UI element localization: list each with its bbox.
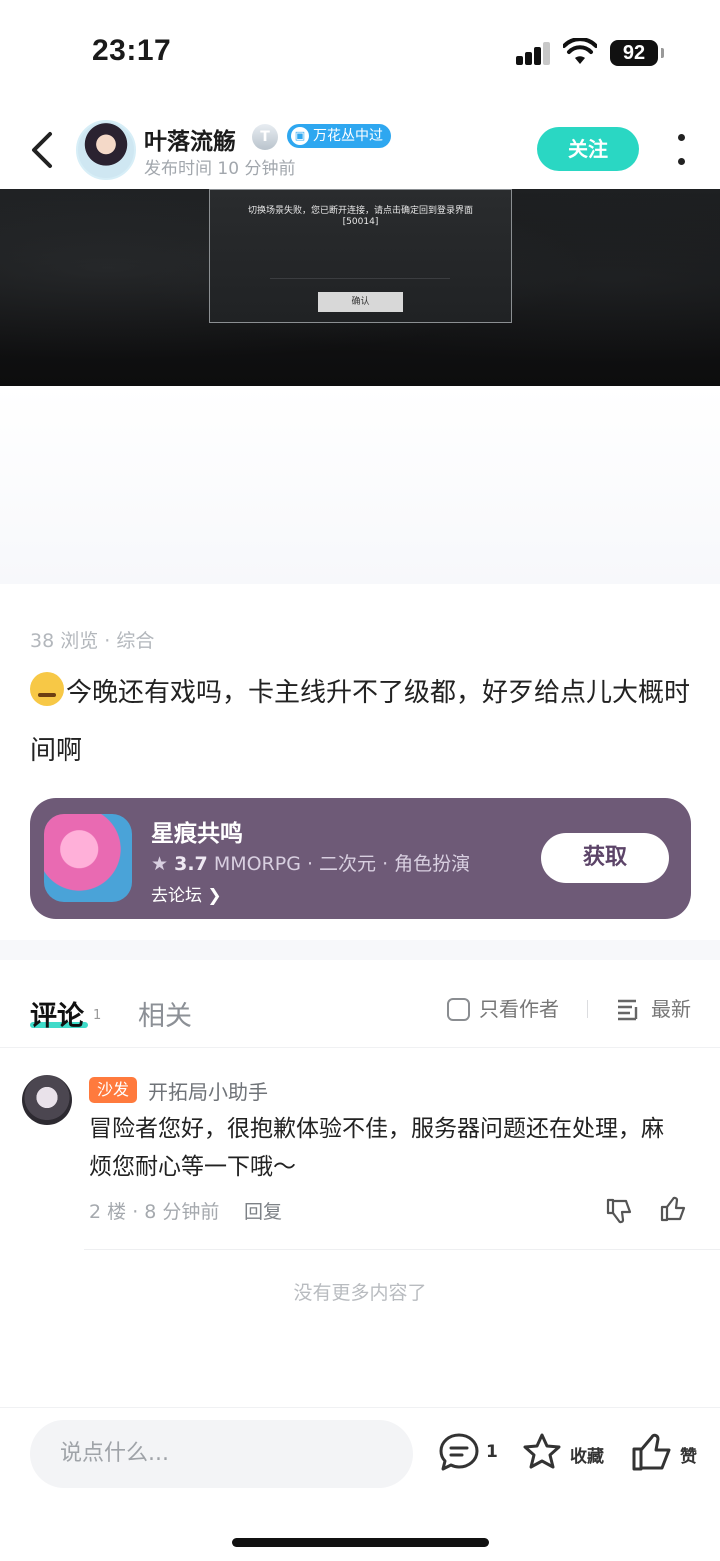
status-time: 23:17 [92,34,172,67]
comment-action[interactable]: 1 [438,1430,498,1476]
post-meta: 38 浏览 · 综合 [30,626,154,653]
like-action[interactable]: 赞 [631,1430,701,1476]
game-rating: 3.7 [174,853,208,875]
dialog-message-line2: [50014] [342,217,379,227]
sweat-emoji-icon [30,672,64,706]
level-badge: T [252,124,278,150]
dialog-divider [270,278,450,279]
thumbs-down-icon[interactable] [604,1196,634,1226]
tab-related[interactable]: 相关 [138,994,192,1033]
battery-indicator: 92 [610,40,664,66]
tab-comments[interactable]: 评论 [30,994,84,1033]
like-label: 赞 [680,1447,697,1467]
meta-separator: · [104,630,111,652]
star-icon: ★ [151,853,169,875]
go-to-forum-link[interactable]: 去论坛 ❯ [151,881,222,906]
commenter-name[interactable]: 开拓局小助手 [148,1076,268,1105]
author-only-label: 只看作者 [479,997,559,1021]
comment-item: 沙发 开拓局小助手 冒险者您好，很抱歉体验不佳，服务器问题还在处理，麻烦您耐心等… [0,1048,720,1250]
favorite-action[interactable]: 收藏 [521,1430,611,1476]
back-arrow-icon[interactable] [24,128,64,172]
more-options-icon[interactable] [668,130,696,170]
bottom-action-bar: 说点什么... 1 收藏 赞 [0,1407,720,1561]
comment-text: 冒险者您好，很抱歉体验不佳，服务器问题还在处理，麻烦您耐心等一下哦～ [89,1116,664,1180]
game-info: ★ 3.7 MMORPG · 二次元 · 角色扮演 [151,849,470,876]
thumbs-up-outline-icon [632,1433,671,1471]
comment-bubble-icon [439,1433,479,1471]
thumbs-up-icon[interactable] [658,1194,688,1224]
comment-tabs: 评论 1 相关 只看作者 最新 [0,960,720,1048]
star-outline-icon [523,1433,561,1469]
comment-tab-count: 1 [93,1008,102,1023]
follow-button[interactable]: 关注 [537,127,639,171]
author-avatar[interactable] [76,120,136,180]
dialog-message-line1: 切换场景失败，您已断开连接，请点击确定回到登录界面 [247,206,473,216]
game-title: 星痕共鸣 [151,821,243,847]
gamepad-icon: ▣ [291,127,309,145]
comment-meta: 2 楼 · 8 分钟前 [89,1197,219,1224]
game-tags: MMORPG · 二次元 · 角色扮演 [213,853,471,875]
view-count: 38 浏览 [30,630,99,652]
image-fade-area [0,386,720,584]
wifi-icon [563,38,597,64]
author-name[interactable]: 叶落流觞 [144,122,236,156]
post-image[interactable]: 切换场景失败，您已断开连接，请点击确定回到登录界面 [50014] 确认 [0,189,720,386]
comment-meta-separator: · [132,1201,145,1223]
commenter-avatar[interactable] [22,1075,72,1125]
post-text: 今晚还有戏吗，卡主线升不了级都，好歹给点儿大概时间啊 [30,678,691,766]
post-category[interactable]: 综合 [116,630,154,652]
sort-button[interactable]: 最新 [616,996,691,1022]
comment-time: 8 分钟前 [144,1201,220,1223]
game-icon [44,814,132,902]
favorite-label: 收藏 [570,1447,604,1467]
no-more-content: 没有更多内容了 [293,1282,427,1304]
title-badge-label: 万花丛中过 [313,128,383,144]
sofa-badge: 沙发 [89,1077,138,1103]
sort-list-icon [618,999,638,1021]
forum-link-label: 去论坛 [151,886,202,906]
game-card[interactable]: 星痕共鸣 ★ 3.7 MMORPG · 二次元 · 角色扮演 去论坛 ❯ 获取 [30,798,691,919]
post-content: 今晚还有戏吗，卡主线升不了级都，好歹给点儿大概时间啊 [30,664,695,780]
post-body: 38 浏览 · 综合 今晚还有戏吗，卡主线升不了级都，好歹给点儿大概时间啊 星痕… [0,584,720,960]
tab-divider [587,1000,588,1018]
get-game-button[interactable]: 获取 [541,833,669,883]
comment-divider [84,1249,720,1250]
post-time: 发布时间 10 分钟前 [144,159,296,179]
comment-floor: 2 楼 [89,1201,127,1223]
checkbox-icon[interactable] [447,998,470,1021]
cellular-signal-icon [516,41,552,65]
dialog-message: 切换场景失败，您已断开连接，请点击确定回到登录界面 [50014] [210,206,511,228]
post-header: 叶落流觞 T ▣ 万花丛中过 发布时间 10 分钟前 关注 [0,110,720,190]
comment-input[interactable]: 说点什么... [30,1420,413,1488]
title-badge: ▣ 万花丛中过 [287,124,391,148]
sort-label: 最新 [651,997,691,1021]
dialog-confirm-button: 确认 [318,292,403,312]
section-divider [0,940,720,960]
error-dialog: 切换场景失败，您已断开连接，请点击确定回到登录界面 [50014] 确认 [209,189,512,323]
chevron-right-icon: ❯ [207,886,222,906]
author-only-toggle[interactable]: 只看作者 [447,996,559,1022]
reply-button[interactable]: 回复 [244,1197,282,1224]
home-indicator [232,1538,489,1547]
status-bar: 23:17 92 [0,0,720,100]
comment-action-count: 1 [486,1442,498,1462]
